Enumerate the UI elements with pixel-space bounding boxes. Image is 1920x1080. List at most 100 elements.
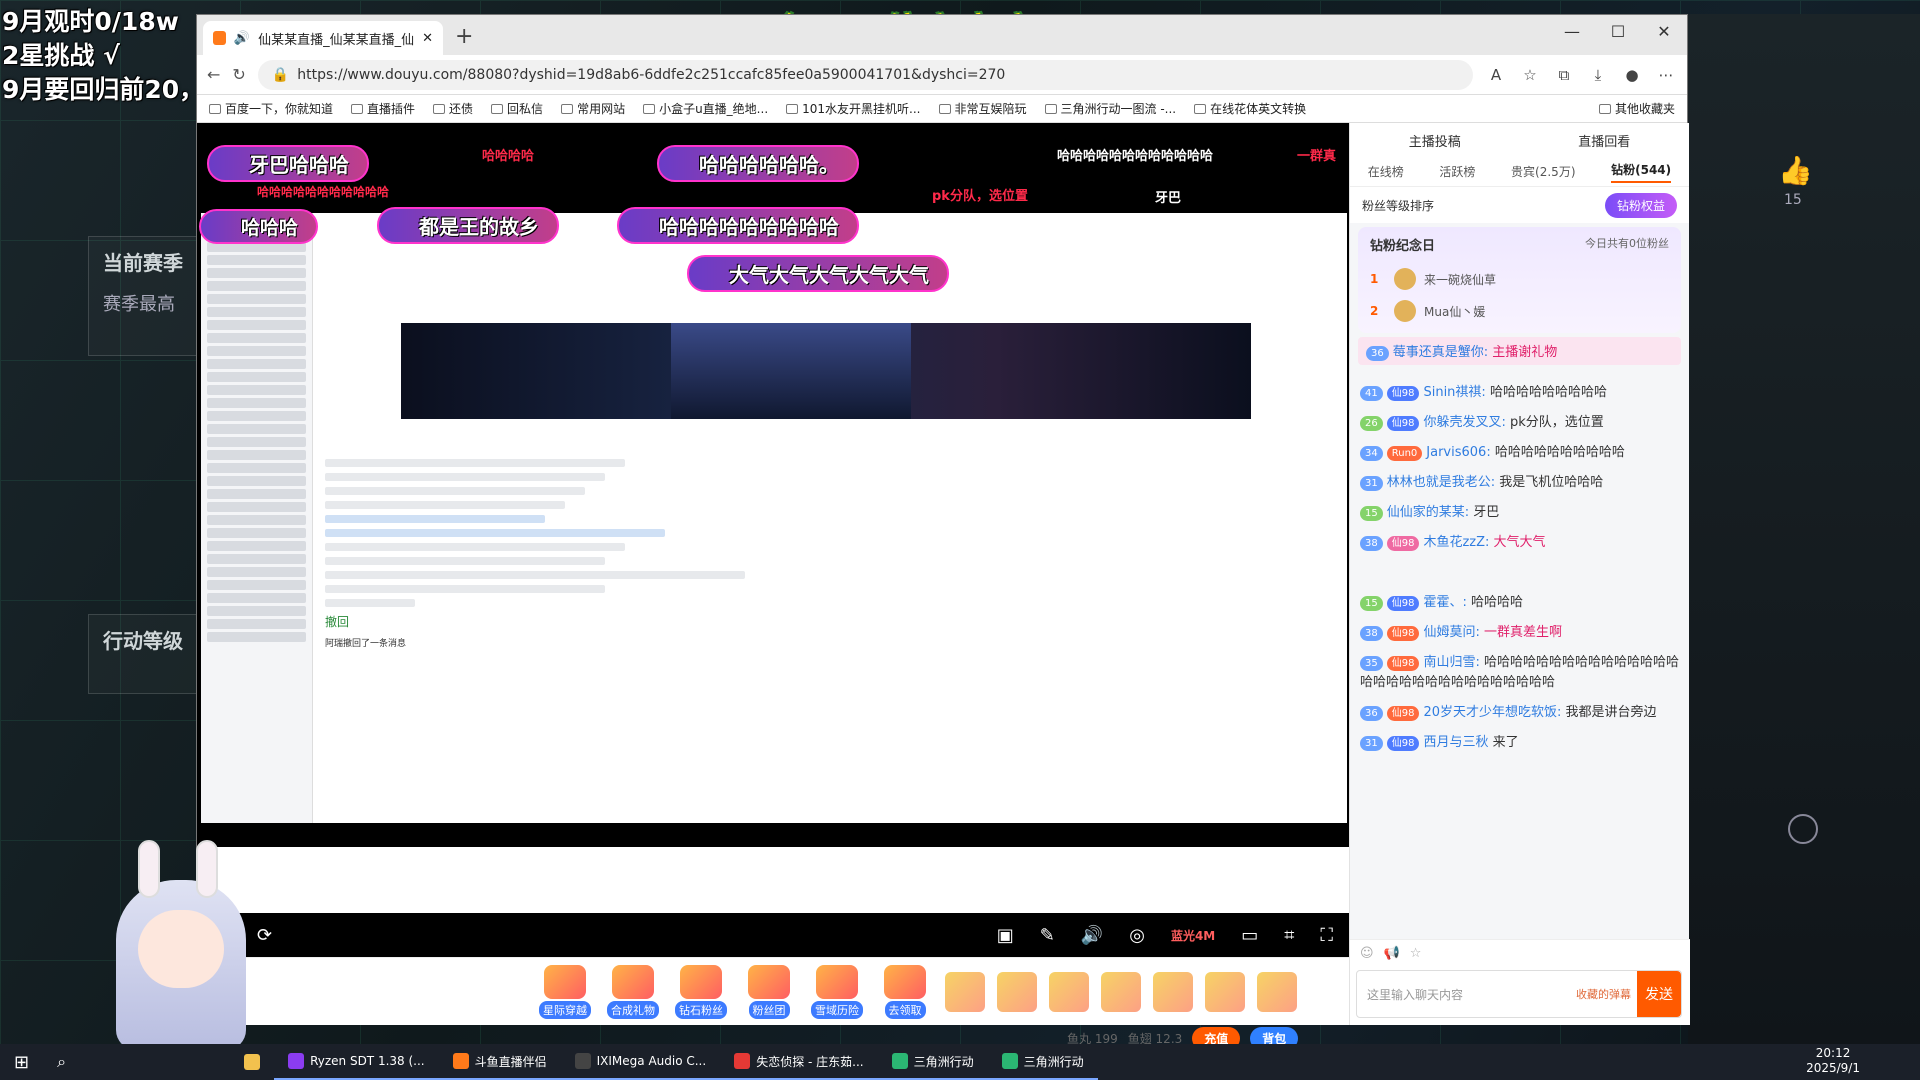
bookmark-item[interactable]: 直播插件 [351, 100, 415, 117]
video-player[interactable]: 撤回 阿瑞撤回了一条消息 牙巴哈哈哈 哈哈哈哈 哈哈哈哈哈哈。 哈哈哈哈哈哈哈哈… [197, 123, 1349, 957]
danmu-toggle-icon[interactable]: ◎ [1129, 925, 1145, 946]
rank-row[interactable]: 2 Mua仙丶媛 [1370, 300, 1669, 322]
stream-capture: 撤回 阿瑞撤回了一条消息 [201, 213, 1347, 823]
star-icon[interactable]: ☆ [1410, 946, 1422, 961]
chat-message: 41 仙98 Sinin祺祺: 哈哈哈哈哈哈哈哈哈 [1360, 383, 1679, 403]
gift-item[interactable]: 星际穿越 [537, 964, 593, 1019]
pip-icon[interactable]: ▭ [1241, 925, 1258, 946]
tab-douyu[interactable]: 🔊 仙某某直播_仙某某直播_仙某 ✕ [203, 21, 443, 55]
download-icon[interactable]: ⤓ [1587, 64, 1609, 86]
game-character-backdrop: 👍 15 [1688, 14, 1920, 1044]
anniversary-card: 钻粉纪念日 今日共有0位粉丝 1 来一碗烧仙草 2 Mua仙丶媛 [1358, 227, 1681, 333]
player-controls: ⟳ ▣ ✎ 🔊 ◎ 蓝光4M ▭ ⌗ ⛶ [197, 913, 1349, 957]
taskbar-app[interactable]: 斗鱼直播伴侣 [438, 1044, 561, 1080]
gift-item[interactable]: 合成礼物 [605, 964, 661, 1019]
gift-icon[interactable] [1205, 971, 1245, 1012]
back-icon[interactable]: ← [207, 65, 220, 84]
search-icon[interactable]: ⌕ [43, 1044, 80, 1080]
bookmark-item[interactable]: 还债 [433, 100, 473, 117]
bookmarks-bar: 百度一下，你就知道 直播插件 还债 回私信 常用网站 小盒子u直播_绝地... … [197, 95, 1687, 123]
gift-icon[interactable] [945, 971, 985, 1012]
collected-danmu-button[interactable]: 收藏的弹幕 [1576, 986, 1631, 1002]
start-button[interactable]: ⊞ [0, 1044, 43, 1080]
bookmark-item[interactable]: 百度一下，你就知道 [209, 100, 333, 117]
widescreen-icon[interactable]: ⌗ [1284, 925, 1294, 946]
bookmark-item[interactable]: 非常互娱陪玩 [938, 100, 1027, 117]
taskbar-app[interactable]: IXIMega Audio C... [560, 1044, 721, 1080]
replay-link[interactable]: 直播回看 [1578, 131, 1630, 150]
send-button[interactable]: 发送 [1637, 971, 1681, 1017]
tab-vip[interactable]: 贵宾(2.5万) [1511, 163, 1575, 180]
bookmark-item[interactable]: 101水友开黑挂机听... [786, 100, 921, 117]
other-bookmarks[interactable]: 其他收藏夹 [1598, 100, 1675, 117]
close-icon[interactable]: ✕ [1641, 15, 1687, 47]
gift-icon[interactable] [1049, 971, 1089, 1012]
deleted-notice: 阿瑞撤回了一条消息 [325, 639, 407, 649]
record-icon[interactable]: ▣ [997, 925, 1014, 946]
refresh-stream-icon[interactable]: ⟳ [257, 925, 272, 946]
rank-row[interactable]: 1 来一碗烧仙草 [1370, 268, 1669, 290]
anchor-posts-link[interactable]: 主播投稿 [1409, 131, 1461, 150]
minimize-icon[interactable]: — [1549, 15, 1595, 47]
gift-icon[interactable] [997, 971, 1037, 1012]
danmu-item: 哈哈哈哈哈哈。 [657, 145, 859, 182]
gift-item[interactable]: 去领取 [877, 964, 933, 1019]
speaker-icon[interactable]: 🔊 [234, 31, 250, 46]
page-content: 撤回 阿瑞撤回了一条消息 牙巴哈哈哈 哈哈哈哈 哈哈哈哈哈哈。 哈哈哈哈哈哈哈哈… [197, 123, 1690, 1050]
read-aloud-icon[interactable]: A [1485, 64, 1507, 86]
horn-icon[interactable]: 📢 [1384, 946, 1400, 961]
taskbar-app[interactable]: 三角洲行动 [987, 1044, 1098, 1080]
refresh-icon[interactable] [1788, 814, 1818, 844]
tab-online[interactable]: 在线榜 [1368, 163, 1404, 180]
danmu-item: 牙巴 [1155, 191, 1182, 206]
chat-message: 38 仙98 木鱼花zzZ: 大气大气 [1360, 533, 1679, 553]
reload-icon[interactable]: ↻ [232, 65, 245, 84]
fullscreen-icon[interactable]: ⛶ [1320, 925, 1333, 946]
favorite-star-icon[interactable]: ☆ [1519, 64, 1541, 86]
like-icon[interactable]: 👍 [1778, 154, 1813, 187]
season-panel: 当前赛季 赛季最高 [88, 236, 198, 356]
bookmark-item[interactable]: 常用网站 [561, 100, 625, 117]
chat-input[interactable]: 这里输入聊天内容 [1357, 986, 1576, 1003]
volume-icon[interactable]: 🔊 [1081, 925, 1103, 946]
danmu-item: 哈哈哈哈哈哈哈哈哈 [617, 207, 859, 244]
edit-icon[interactable]: ✎ [1040, 925, 1055, 946]
emoji-icon[interactable]: ☺ [1360, 946, 1374, 961]
panel-top-links: 主播投稿 直播回看 [1350, 123, 1689, 157]
maximize-icon[interactable]: ☐ [1595, 15, 1641, 47]
bookmark-item[interactable]: 在线花体英文转换 [1194, 100, 1306, 117]
tab-diamond-fans[interactable]: 钻粉(544) [1611, 161, 1672, 183]
bookmark-item[interactable]: 回私信 [491, 100, 543, 117]
gift-highlight-message: 36 莓事还真是蟹你: 主播谢礼物 [1358, 337, 1681, 365]
file-explorer-icon[interactable] [230, 1044, 274, 1080]
new-tab-button[interactable]: + [455, 24, 473, 49]
taskbar-app[interactable]: 三角洲行动 [877, 1044, 988, 1080]
url-text: https://www.douyu.com/88080?dyshid=19d8a… [297, 66, 1006, 83]
more-icon[interactable]: ⋯ [1655, 64, 1677, 86]
profile-avatar[interactable]: ● [1621, 64, 1643, 86]
tab-active[interactable]: 活跃榜 [1439, 163, 1475, 180]
url-field[interactable]: 🔒 https://www.douyu.com/88080?dyshid=19d… [257, 59, 1473, 90]
fans-sort-label[interactable]: 粉丝等级排序 [1362, 197, 1434, 214]
anniversary-count[interactable]: 今日共有0位粉丝 [1585, 235, 1669, 254]
fans-sort-row: 粉丝等级排序 钻粉权益 [1350, 187, 1689, 223]
right-panel: 主播投稿 直播回看 在线榜 活跃榜 贵宾(2.5万) 钻粉(544) 粉丝等级排… [1349, 123, 1690, 1025]
gift-icon[interactable] [1101, 971, 1141, 1012]
gift-icon[interactable] [1257, 971, 1297, 1012]
taskbar-app[interactable]: Ryzen SDT 1.38 (... [274, 1044, 439, 1080]
chat-message: 31 仙98 西月与三秋 来了 [1360, 733, 1679, 753]
gift-item[interactable]: 粉丝团 [741, 964, 797, 1019]
address-bar: ← ↻ 🔒 https://www.douyu.com/88080?dyshid… [197, 55, 1687, 95]
gift-item[interactable]: 雪域历险 [809, 964, 865, 1019]
diamond-fans-benefit-button[interactable]: 钻粉权益 [1604, 192, 1677, 218]
extensions-icon[interactable]: ⧉ [1553, 64, 1575, 86]
taskbar-app[interactable]: 失恋侦探 - 庄东茹... [720, 1044, 878, 1080]
browser-window: 🔊 仙某某直播_仙某某直播_仙某 ✕ + — ☐ ✕ ← ↻ 🔒 https:/… [196, 14, 1690, 1050]
tab-close-icon[interactable]: ✕ [422, 31, 433, 46]
system-clock[interactable]: 20:12 2025/9/1 [1806, 1046, 1860, 1076]
gift-item[interactable]: 钻石粉丝 [673, 964, 729, 1019]
quality-button[interactable]: 蓝光4M [1171, 927, 1215, 944]
gift-icon[interactable] [1153, 971, 1193, 1012]
bookmark-item[interactable]: 三角洲行动一图流 -... [1044, 100, 1176, 117]
bookmark-item[interactable]: 小盒子u直播_绝地... [643, 100, 768, 117]
